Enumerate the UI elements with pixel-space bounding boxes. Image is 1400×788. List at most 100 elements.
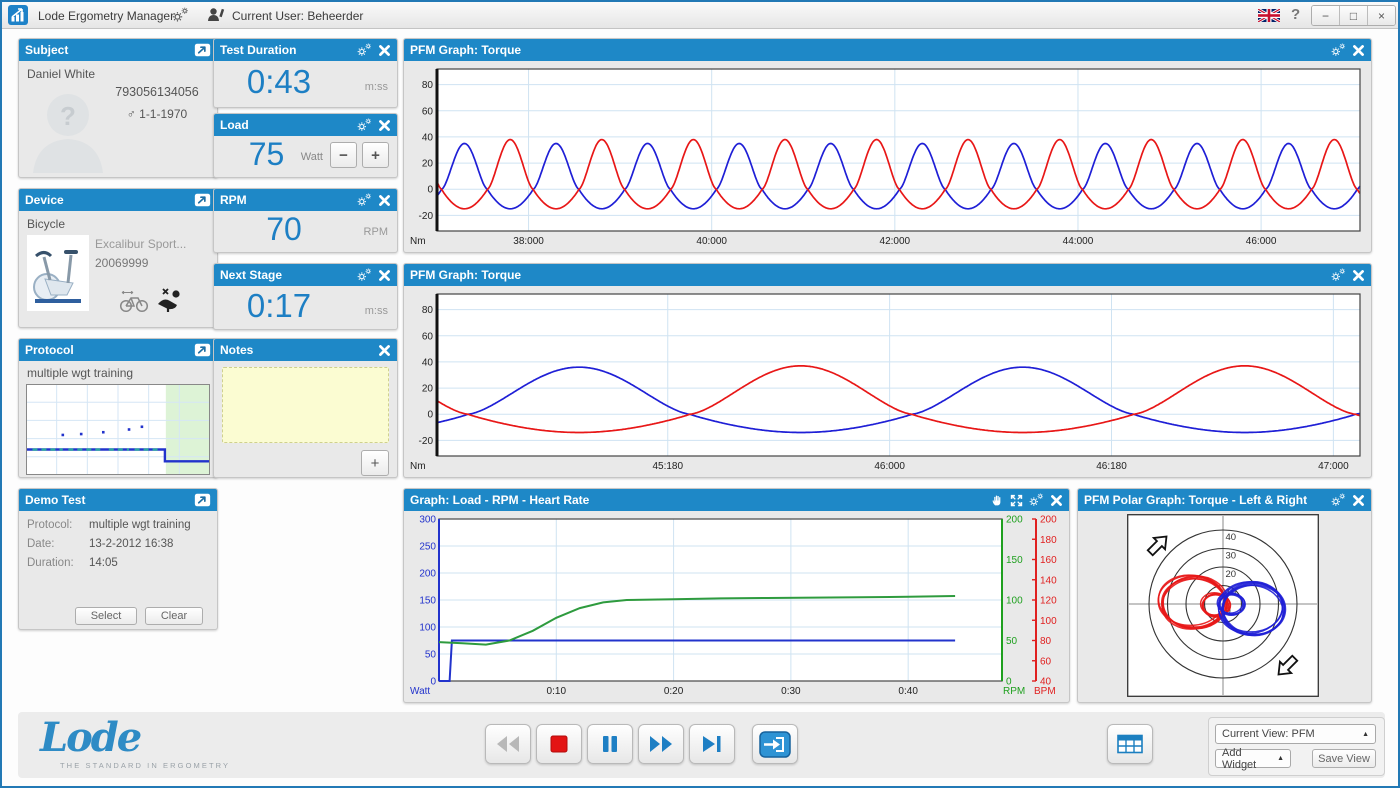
close-widget-icon[interactable] (378, 44, 391, 57)
svg-text:200: 200 (419, 569, 436, 580)
subject-panel-header: Subject (19, 39, 217, 61)
device-type: Bicycle (27, 217, 65, 231)
minimize-button[interactable]: − (1312, 6, 1339, 25)
svg-text:250: 250 (419, 542, 436, 553)
demo-test-row-label: Duration: (27, 557, 74, 569)
pfm-polar-title: PFM Polar Graph: Torque - Left & Right (1084, 493, 1325, 507)
svg-text:46:000: 46:000 (874, 461, 905, 472)
bicycle-dimensions-icon[interactable] (119, 291, 149, 313)
svg-text:100: 100 (1006, 596, 1023, 607)
clear-test-button[interactable]: Clear (145, 607, 203, 625)
close-window-button[interactable]: × (1367, 6, 1395, 25)
svg-text:140: 140 (1040, 575, 1057, 586)
popout-window-icon[interactable] (194, 193, 211, 208)
close-widget-icon[interactable] (378, 344, 391, 357)
current-view-dropdown[interactable]: Current View: PFM ▲ (1215, 724, 1376, 744)
svg-text:0:10: 0:10 (547, 686, 567, 697)
close-widget-icon[interactable] (378, 119, 391, 132)
rewind-button[interactable] (485, 724, 531, 764)
svg-text:100: 100 (419, 623, 436, 634)
load-decrease-button[interactable]: − (330, 142, 357, 168)
load-rpm-hr-title: Graph: Load - RPM - Heart Rate (410, 493, 985, 507)
add-widget-dropdown[interactable]: Add Widget ▲ (1215, 749, 1291, 768)
settings-gears-icon[interactable] (1331, 268, 1346, 283)
fast-forward-button[interactable] (638, 724, 684, 764)
protocol-panel: Protocol multiple wgt training (18, 338, 218, 478)
notes-widget: Notes + (213, 338, 398, 478)
bottom-toolbar: Lode THE STANDARD IN ERGOMETRY Current V… (18, 712, 1385, 778)
close-widget-icon[interactable] (1352, 494, 1365, 507)
pfm-torque-chart: 38:00040:00042:00044:00046:000-200204060… (407, 64, 1368, 249)
rpm-title: RPM (220, 193, 351, 207)
next-stage-header: Next Stage (214, 264, 397, 286)
save-view-button[interactable]: Save View (1312, 749, 1376, 768)
settings-gears-icon[interactable] (1029, 493, 1044, 508)
subject-avatar: ? (29, 85, 107, 173)
skip-to-end-button[interactable] (689, 724, 735, 764)
settings-gears-icon[interactable] (1331, 493, 1346, 508)
svg-text:200: 200 (1040, 515, 1057, 526)
svg-text:0: 0 (427, 410, 433, 421)
show-table-button[interactable] (1107, 724, 1153, 764)
svg-text:40: 40 (422, 132, 434, 143)
add-widget-label: Add Widget (1222, 747, 1277, 771)
svg-text:40:000: 40:000 (696, 236, 727, 247)
notes-input[interactable] (222, 367, 389, 443)
select-test-button[interactable]: Select (75, 607, 137, 625)
settings-gears-icon[interactable] (1331, 43, 1346, 58)
expand-arrows-icon[interactable] (1010, 494, 1023, 507)
svg-text:BPM: BPM (1034, 686, 1056, 697)
help-button[interactable]: ? (1291, 6, 1300, 23)
settings-gears-icon[interactable] (172, 7, 189, 23)
device-model: Excalibur Sport... (95, 237, 186, 251)
protocol-panel-title: Protocol (25, 343, 188, 357)
close-widget-icon[interactable] (1050, 494, 1063, 507)
close-widget-icon[interactable] (378, 269, 391, 282)
export-session-icon (759, 731, 791, 758)
load-rpm-hr-chart[interactable]: 0501001502002503000:100:200:300:40050100… (407, 514, 1066, 699)
avatar-placeholder-question: ? (60, 101, 76, 131)
language-flag-icon[interactable] (1258, 9, 1280, 22)
demo-test-panel: Demo Test Protocol: multiple wgt trainin… (18, 488, 218, 630)
svg-text:0:40: 0:40 (898, 686, 918, 697)
pause-button[interactable] (587, 724, 633, 764)
load-rpm-hr-graph-panel: Graph: Load - RPM - Heart Rate 050100150… (403, 488, 1070, 703)
popout-window-icon[interactable] (194, 493, 211, 508)
svg-text:40: 40 (422, 357, 434, 368)
stop-button[interactable] (536, 724, 582, 764)
popout-window-icon[interactable] (194, 43, 211, 58)
pfm-graph-panel-2: PFM Graph: Torque 45:18046:00046:18047:0… (403, 263, 1372, 478)
svg-text:60: 60 (422, 331, 434, 342)
user-edit-icon[interactable] (207, 7, 225, 23)
pfm-polar-chart: 010203040 (1127, 514, 1319, 697)
close-widget-icon[interactable] (378, 194, 391, 207)
settings-gears-icon[interactable] (357, 268, 372, 283)
current-view-value: Current View: PFM (1222, 728, 1315, 740)
add-note-button[interactable]: + (361, 450, 389, 476)
subject-birth-date: 1-1-1970 (139, 107, 187, 121)
svg-text:38:000: 38:000 (513, 236, 544, 247)
svg-text:30: 30 (1226, 551, 1237, 562)
settings-gears-icon[interactable] (357, 118, 372, 133)
popout-window-icon[interactable] (194, 343, 211, 358)
load-increase-button[interactable]: + (362, 142, 389, 168)
close-widget-icon[interactable] (1352, 44, 1365, 57)
device-serial: 20069999 (95, 256, 148, 270)
pfm-graph-2-title: PFM Graph: Torque (410, 268, 1325, 282)
svg-text:120: 120 (1040, 596, 1057, 607)
saddle-setting-icon[interactable] (156, 287, 182, 313)
pause-icon (600, 734, 620, 754)
settings-gears-icon[interactable] (357, 43, 372, 58)
svg-text:Nm: Nm (410, 461, 426, 472)
svg-text:44:000: 44:000 (1063, 236, 1094, 247)
stop-icon (549, 734, 569, 754)
svg-text:-20: -20 (419, 211, 434, 222)
pan-hand-icon[interactable] (991, 494, 1004, 507)
subject-panel: Subject Daniel White ? 793056134056 ♂ 1-… (18, 38, 218, 178)
settings-gears-icon[interactable] (357, 193, 372, 208)
export-session-button[interactable] (752, 724, 798, 764)
svg-text:0: 0 (427, 185, 433, 196)
next-stage-value: 0:17 (214, 287, 344, 325)
close-widget-icon[interactable] (1352, 269, 1365, 282)
maximize-button[interactable]: □ (1339, 6, 1367, 25)
